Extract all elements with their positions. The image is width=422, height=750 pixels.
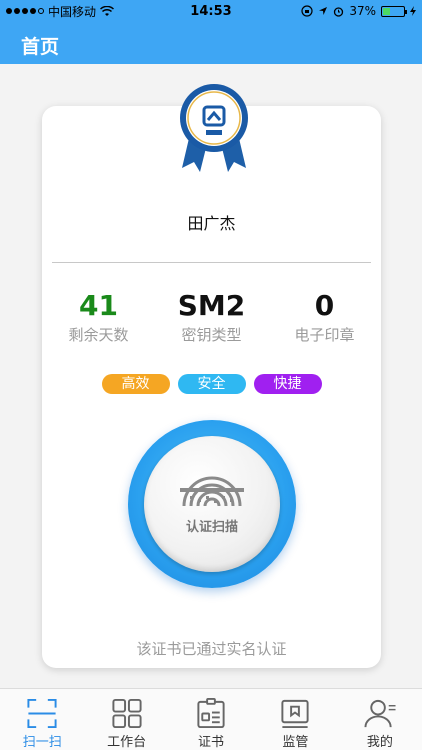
status-bar: 中国移动 14:53 37%	[0, 0, 422, 22]
wifi-icon	[100, 5, 115, 16]
stats-row: 41 剩余天数 SM2 密钥类型 0 电子印章	[42, 290, 381, 345]
tab-label: 扫一扫	[22, 735, 62, 750]
verified-status-text: 该证书已通过实名认证	[136, 640, 287, 658]
orientation-lock-icon	[301, 5, 313, 17]
signal-strength-icon	[6, 8, 44, 14]
tab-certificate[interactable]: 证书	[169, 689, 253, 750]
stat-remaining-days: 41 剩余天数	[42, 290, 155, 345]
stat-value: 0	[314, 289, 335, 322]
divider	[52, 262, 371, 263]
battery-percent: 37%	[349, 4, 376, 18]
stat-key-type: SM2 密钥类型	[155, 290, 268, 345]
stat-value: SM2	[177, 289, 246, 322]
tab-workbench[interactable]: 工作台	[84, 689, 168, 750]
feature-tags: 高效 安全 快捷	[42, 374, 381, 394]
certificate-card: 田广杰 41 剩余天数 SM2 密钥类型 0 电子印章 高效 安全 快捷 认证扫…	[42, 84, 381, 668]
certificate-icon	[197, 697, 225, 729]
battery-icon	[381, 5, 407, 17]
tab-label: 证书	[198, 735, 225, 750]
tag-fast: 快捷	[253, 374, 322, 394]
app-header: 中国移动 14:53 37% 首页	[0, 0, 422, 64]
stat-e-seal: 0 电子印章	[268, 290, 381, 345]
stat-label: 密钥类型	[181, 326, 242, 344]
charging-icon	[410, 6, 416, 16]
grid-icon	[112, 698, 142, 729]
tab-monitor[interactable]: 监管	[253, 689, 337, 750]
location-icon	[319, 7, 328, 15]
tab-scan[interactable]: 扫一扫	[0, 689, 84, 750]
auth-scan-label: 认证扫描	[185, 520, 238, 535]
tab-label: 我的	[366, 735, 393, 750]
stat-label: 电子印章	[294, 326, 355, 344]
alarm-icon	[334, 6, 344, 17]
auth-scan-button[interactable]: 认证扫描	[128, 420, 296, 588]
tab-mine[interactable]: 我的	[338, 689, 422, 750]
page-title: 首页	[21, 36, 60, 58]
monitor-icon	[281, 699, 310, 729]
fingerprint-scan-icon	[180, 476, 244, 507]
tab-label: 工作台	[107, 735, 147, 750]
tag-efficient: 高效	[101, 374, 170, 394]
user-icon	[364, 699, 396, 728]
stat-label: 剩余天数	[68, 326, 129, 344]
bottom-tab-bar: 扫一扫 工作台 证书 监管 我的	[0, 688, 422, 750]
tag-secure: 安全	[177, 374, 246, 394]
certificate-seal-icon	[180, 84, 248, 172]
tab-label: 监管	[282, 735, 309, 750]
user-name: 田广杰	[187, 214, 236, 233]
carrier-name: 中国移动	[48, 4, 97, 19]
scan-icon	[27, 698, 57, 729]
auth-scan-button-face[interactable]: 认证扫描	[144, 436, 280, 572]
stat-value: 41	[79, 289, 118, 322]
